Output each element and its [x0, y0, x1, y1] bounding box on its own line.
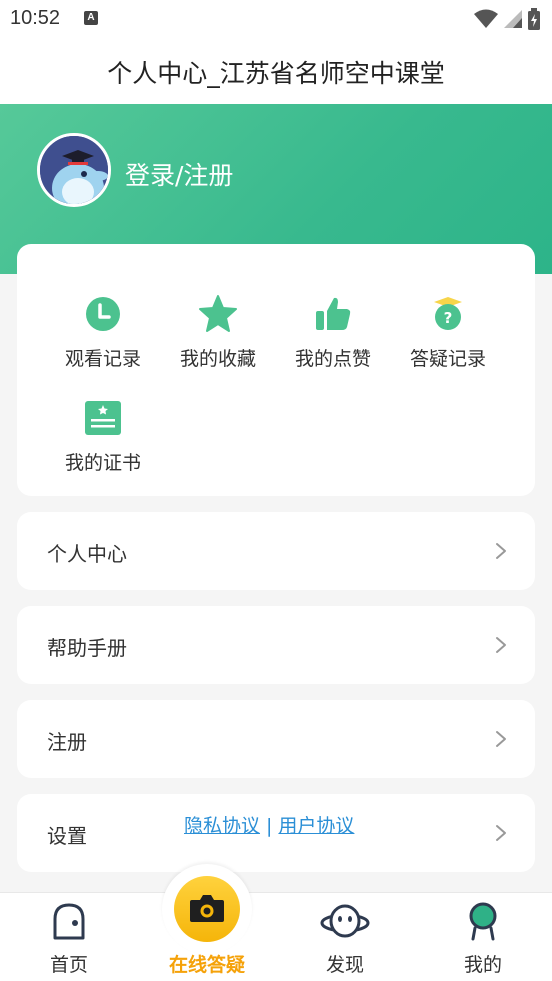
quick-item-qa-history[interactable]: ? 答疑记录	[388, 294, 508, 371]
chevron-right-icon	[496, 825, 506, 841]
user-agreement-link[interactable]: 用户协议	[278, 815, 354, 837]
chevron-right-icon	[496, 731, 506, 747]
nav-item-online-qa[interactable]	[174, 876, 240, 942]
menu-item-label: 注册	[47, 730, 87, 754]
wifi-icon	[474, 9, 498, 28]
clock-icon	[86, 297, 120, 331]
thumbs-up-icon	[316, 297, 351, 330]
camera-icon	[190, 895, 224, 922]
nav-item-home[interactable]: 首页	[14, 893, 124, 981]
menu-item-label: 个人中心	[47, 542, 127, 566]
nav-label: 首页	[49, 954, 88, 976]
quick-item-favorites[interactable]: 我的收藏	[158, 294, 278, 371]
page-title: 个人中心_江苏省名师空中课堂	[107, 59, 445, 88]
chevron-right-icon	[496, 637, 506, 653]
menu-item-register[interactable]: 注册	[17, 700, 535, 778]
quick-access-card: 观看记录 我的收藏 我的点赞 ? 答疑记录 我的证书	[17, 244, 535, 496]
certificate-icon	[85, 401, 121, 435]
quick-item-certificates[interactable]: 我的证书	[43, 398, 163, 475]
menu-item-label: 帮助手册	[47, 636, 127, 660]
question-cap-icon: ?	[434, 297, 462, 330]
avatar[interactable]	[37, 133, 111, 207]
nav-label: 发现	[325, 954, 364, 976]
chevron-right-icon	[496, 543, 506, 559]
status-icons	[474, 8, 540, 30]
quick-item-likes[interactable]: 我的点赞	[273, 294, 393, 371]
nav-item-discover[interactable]: 发现	[290, 893, 400, 981]
quick-item-label: 我的收藏	[179, 348, 256, 370]
login-register-link[interactable]: 登录/注册	[125, 156, 233, 192]
bottom-nav: 首页 发现 我的	[0, 893, 552, 981]
quick-item-label: 我的证书	[64, 452, 141, 474]
nav-label-online-qa[interactable]: 在线答疑	[157, 950, 257, 977]
menu-item-personal-center[interactable]: 个人中心	[17, 512, 535, 590]
nav-item-mine[interactable]: 我的	[428, 893, 538, 981]
profile-icon	[469, 902, 497, 941]
notification-badge: A	[84, 11, 98, 25]
alien-face-icon	[320, 904, 370, 938]
menu-item-label: 设置	[47, 824, 87, 848]
menu-item-help-manual[interactable]: 帮助手册	[17, 606, 535, 684]
quick-item-label: 观看记录	[64, 348, 141, 370]
signal-icon	[504, 10, 522, 28]
quick-item-watch-history[interactable]: 观看记录	[43, 294, 163, 371]
privacy-policy-link[interactable]: 隐私协议	[184, 815, 260, 837]
home-icon	[53, 903, 85, 940]
title-bar: 个人中心_江苏省名师空中课堂	[0, 38, 552, 104]
link-separator: |	[266, 815, 273, 837]
agreement-links: 隐私协议 | 用户协议	[184, 811, 354, 838]
star-icon	[199, 295, 237, 332]
quick-item-label: 我的点赞	[294, 348, 371, 370]
status-time: 10:52	[10, 7, 61, 29]
nav-label: 我的	[463, 954, 502, 976]
battery-icon	[528, 8, 540, 30]
svg-text:?: ?	[444, 309, 453, 327]
quick-item-label: 答疑记录	[409, 348, 486, 370]
status-bar: 10:52 A	[0, 0, 552, 38]
